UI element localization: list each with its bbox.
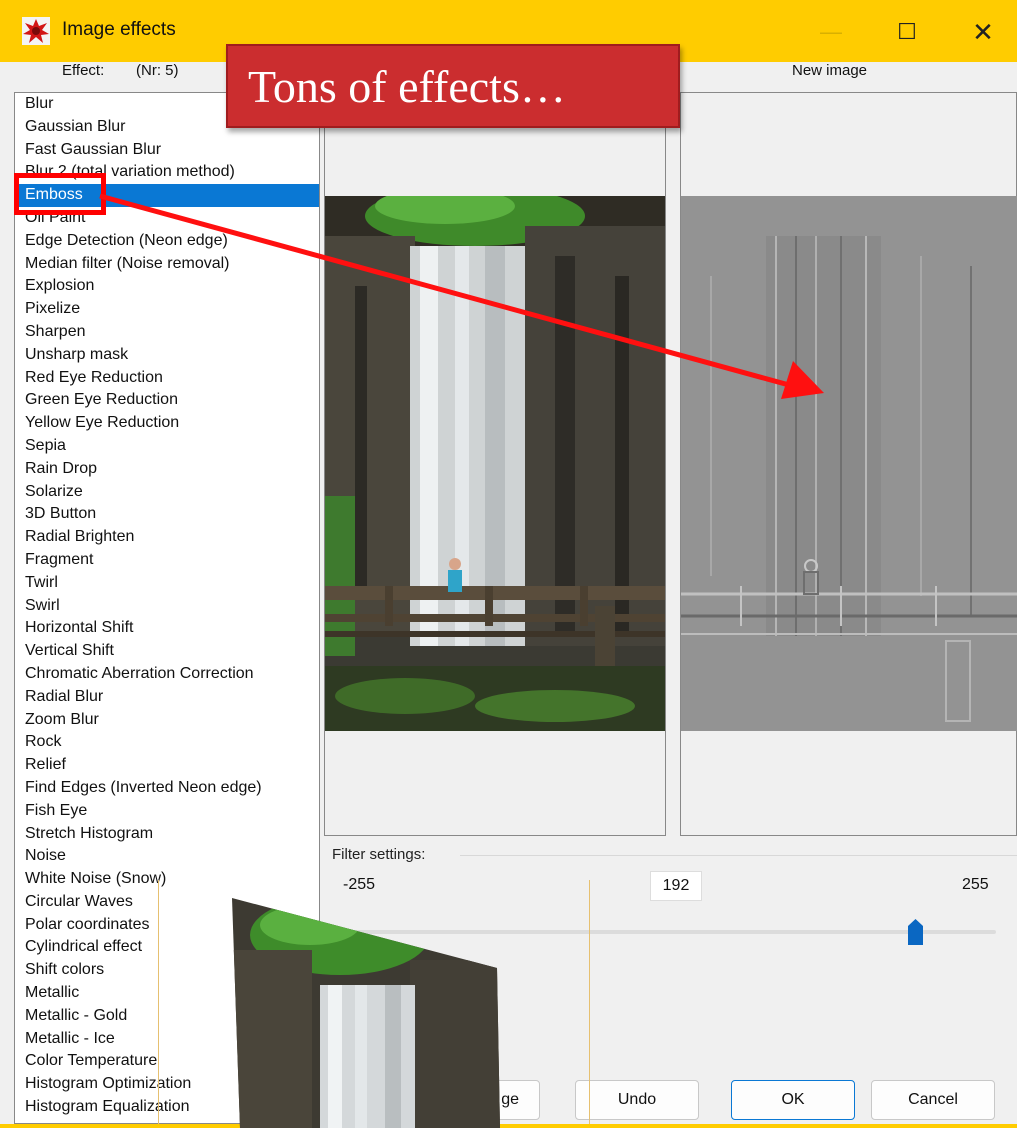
slider-min-label: -255 xyxy=(343,876,376,893)
effect-list-item[interactable]: Rock xyxy=(15,731,319,754)
callout-banner: Tons of effects… xyxy=(226,44,680,128)
emboss-highlight-box xyxy=(14,173,106,215)
embossed-image xyxy=(681,196,1017,731)
effect-list-item[interactable]: Horizontal Shift xyxy=(15,617,319,640)
original-image xyxy=(325,196,665,731)
filter-slider-track[interactable] xyxy=(340,930,996,934)
effect-list-item[interactable]: Metallic - Gold xyxy=(15,1005,319,1028)
effect-list-item[interactable]: Fragment xyxy=(15,549,319,572)
effect-list-item[interactable]: Noise xyxy=(15,845,319,868)
callout-text: Tons of effects… xyxy=(248,61,566,112)
effect-list-item[interactable]: Chromatic Aberration Correction xyxy=(15,663,319,686)
ok-button[interactable]: OK xyxy=(731,1080,855,1120)
effect-list-item[interactable]: Sharpen xyxy=(15,321,319,344)
slider-max-label: 255 xyxy=(962,876,989,893)
effect-number: (Nr: 5) xyxy=(136,62,179,79)
effect-list-item[interactable]: Radial Brighten xyxy=(15,526,319,549)
window-title: Image effects xyxy=(62,19,176,40)
maximize-button[interactable]: ☐ xyxy=(884,12,930,52)
effect-list-item[interactable]: Shift colors xyxy=(15,959,319,982)
effect-list-item[interactable]: Color Temperature xyxy=(15,1050,319,1073)
effect-column-label: Effect: xyxy=(62,62,105,79)
effect-list[interactable]: Blur Gaussian Blur Fast Gaussian Blur Blur … xyxy=(14,92,320,1124)
effect-list-item[interactable]: Histogram Equalization xyxy=(15,1096,319,1119)
effect-list-item[interactable]: Histogram Optimization xyxy=(15,1073,319,1096)
effect-list-item[interactable]: Green Eye Reduction xyxy=(15,389,319,412)
effect-list-item[interactable]: Explosion xyxy=(15,275,319,298)
effect-list-item[interactable]: Fast Gaussian Blur xyxy=(15,139,319,162)
effect-list-item[interactable]: Solarize xyxy=(15,481,319,504)
slider-thumb-icon[interactable] xyxy=(907,918,924,946)
new-image-label: New image xyxy=(792,62,868,79)
slider-value-box: 192 xyxy=(650,871,702,901)
effect-list-item[interactable]: Relief xyxy=(15,754,319,777)
effect-list-item[interactable]: Find Edges (Inverted Neon edge) xyxy=(15,777,319,800)
effect-list-item[interactable]: Metallic - Ice xyxy=(15,1028,319,1051)
effect-list-item[interactable]: 3D Button xyxy=(15,503,319,526)
effect-list-item[interactable]: Twirl xyxy=(15,572,319,595)
close-button[interactable]: ✕ xyxy=(960,12,1006,52)
effect-list-item[interactable]: Yellow Eye Reduction xyxy=(15,412,319,435)
effect-list-item[interactable]: White Noise (Snow) xyxy=(15,868,319,891)
effect-list-item[interactable]: Radial Blur xyxy=(15,686,319,709)
effect-list-item[interactable]: Rain Drop xyxy=(15,458,319,481)
partial-button[interactable]: ge xyxy=(440,1080,540,1120)
undo-button[interactable]: Undo xyxy=(575,1080,699,1120)
app-icon xyxy=(22,17,50,45)
filter-settings-divider xyxy=(460,855,1017,856)
effect-list-item[interactable]: Stretch Histogram xyxy=(15,823,319,846)
effect-list-item[interactable]: Unsharp mask xyxy=(15,344,319,367)
effect-list-item[interactable]: Zoom Blur xyxy=(15,709,319,732)
effect-list-item[interactable]: Circular Waves xyxy=(15,891,319,914)
effect-list-item[interactable]: Cylindrical effect xyxy=(15,936,319,959)
effect-list-item[interactable]: Pixelize xyxy=(15,298,319,321)
cancel-button[interactable]: Cancel xyxy=(871,1080,995,1120)
effect-list-item[interactable]: Edge Detection (Neon edge) xyxy=(15,230,319,253)
effect-list-item[interactable]: Metallic xyxy=(15,982,319,1005)
effect-list-item[interactable]: Median filter (Noise removal) xyxy=(15,253,319,276)
window-bottom-border xyxy=(0,1124,1017,1128)
guide-line-right xyxy=(589,880,590,1124)
effect-list-item[interactable]: Vertical Shift xyxy=(15,640,319,663)
effect-list-item[interactable]: Polar coordinates xyxy=(15,914,319,937)
minimize-button[interactable]: — xyxy=(808,12,854,52)
effect-list-item[interactable]: Red Eye Reduction xyxy=(15,367,319,390)
effect-list-item[interactable]: Swirl xyxy=(15,595,319,618)
effect-list-item[interactable]: Sepia xyxy=(15,435,319,458)
effect-list-item[interactable]: Fish Eye xyxy=(15,800,319,823)
filter-settings-label: Filter settings: xyxy=(332,846,426,863)
guide-line-left xyxy=(158,880,159,1124)
